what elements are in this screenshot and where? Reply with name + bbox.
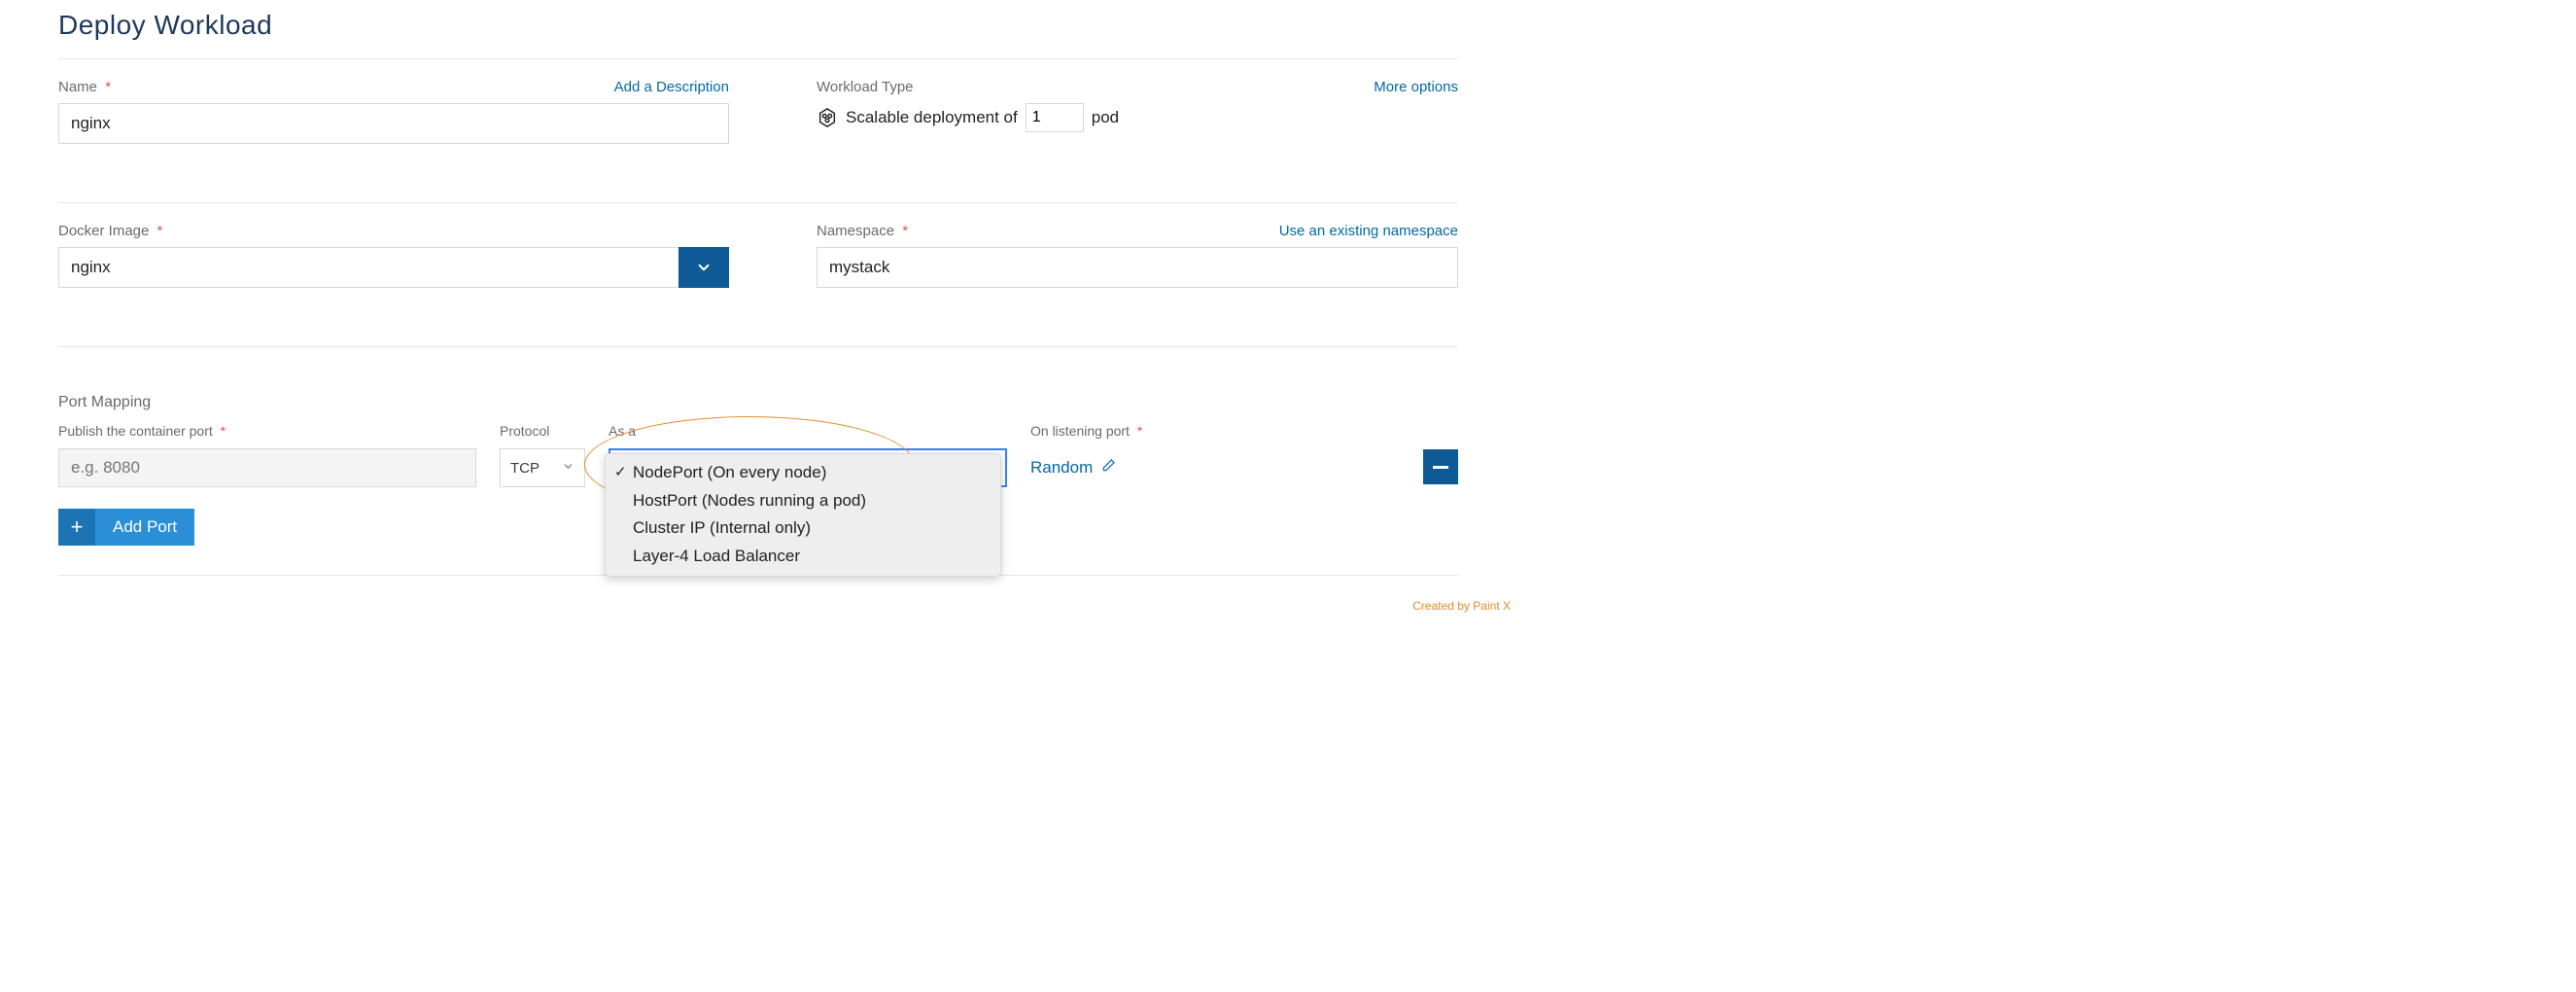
minus-icon [1433, 466, 1448, 469]
use-existing-namespace-link[interactable]: Use an existing namespace [1279, 223, 1458, 239]
protocol-value: TCP [510, 460, 540, 477]
required-marker: * [157, 223, 163, 239]
more-options-link[interactable]: More options [1374, 79, 1458, 95]
check-icon: ✓ [614, 462, 627, 483]
protocol-label: Protocol [500, 423, 585, 439]
pencil-icon[interactable] [1100, 458, 1116, 478]
pod-count-input[interactable] [1026, 103, 1084, 132]
as-a-dropdown[interactable]: ✓ NodePort (On every node) HostPort (Nod… [605, 453, 1001, 577]
docker-image-label: Docker Image [58, 223, 149, 239]
required-marker: * [221, 423, 226, 439]
listening-port-label: On listening port [1030, 423, 1130, 439]
as-a-label: As a [609, 423, 1007, 439]
add-description-link[interactable]: Add a Description [614, 79, 729, 95]
as-a-option-hostport[interactable]: HostPort (Nodes running a pod) [606, 487, 1000, 515]
add-port-button[interactable]: + Add Port [58, 509, 194, 546]
as-a-option-nodeport[interactable]: ✓ NodePort (On every node) [606, 459, 1000, 487]
publish-port-input[interactable] [58, 448, 476, 487]
required-marker: * [1137, 423, 1142, 439]
watermark: Created by Paint X [1412, 599, 1511, 613]
divider [58, 346, 1458, 347]
port-mapping-heading: Port Mapping [58, 394, 1458, 411]
workload-type-label: Workload Type [817, 79, 914, 95]
namespace-label: Namespace [817, 223, 894, 239]
chevron-down-icon [695, 259, 713, 276]
namespace-input[interactable] [817, 247, 1458, 288]
page-title: Deploy Workload [58, 10, 1458, 41]
workload-type-text-after: pod [1092, 108, 1119, 127]
as-a-option-clusterip[interactable]: Cluster IP (Internal only) [606, 514, 1000, 543]
publish-port-label: Publish the container port [58, 423, 213, 439]
plus-icon: + [58, 509, 95, 546]
protocol-select[interactable]: TCP [500, 448, 585, 487]
docker-image-input[interactable] [58, 247, 679, 288]
name-input[interactable] [58, 103, 729, 144]
divider [58, 58, 1458, 59]
chevron-down-icon [562, 460, 574, 477]
required-marker: * [902, 223, 908, 239]
add-port-label: Add Port [95, 509, 194, 546]
docker-image-dropdown-button[interactable] [679, 247, 729, 288]
workload-type-text-before: Scalable deployment of [846, 108, 1018, 127]
deployment-icon [817, 107, 838, 128]
remove-port-button[interactable] [1423, 449, 1458, 484]
as-a-option-layer4lb[interactable]: Layer-4 Load Balancer [606, 543, 1000, 571]
name-label: Name [58, 79, 97, 95]
required-marker: * [105, 79, 111, 95]
divider [58, 202, 1458, 203]
listening-port-value[interactable]: Random [1030, 458, 1093, 478]
